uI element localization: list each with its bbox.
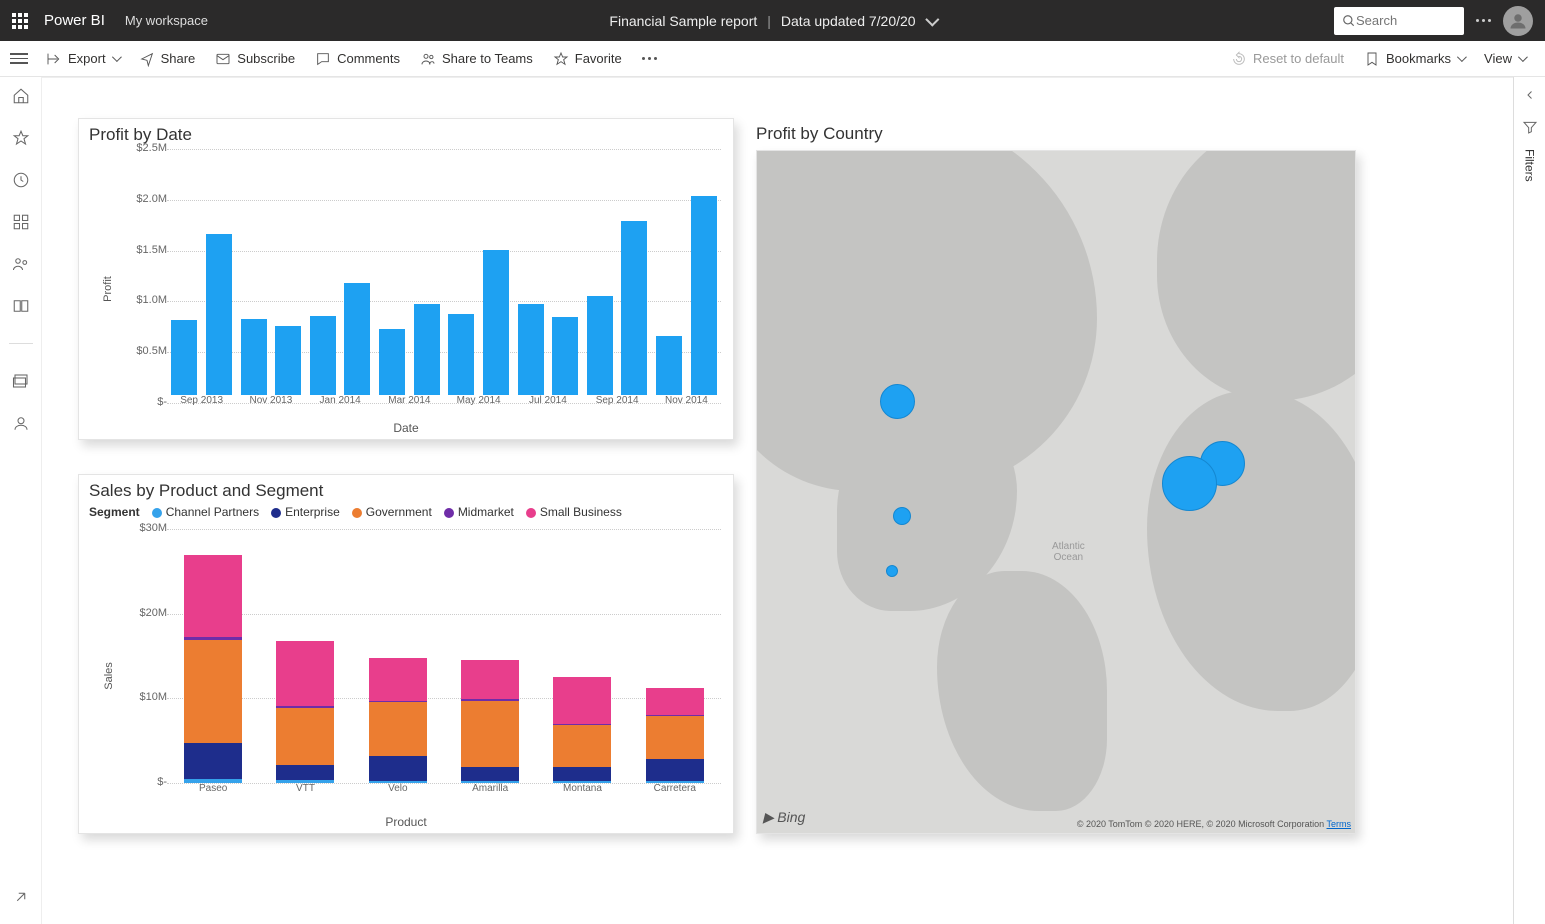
map-attribution: © 2020 TomTom © 2020 HERE, © 2020 Micros…: [1077, 819, 1351, 829]
stacked-bar[interactable]: [646, 688, 704, 783]
map-bubble[interactable]: [886, 565, 898, 577]
viz-profit-by-date[interactable]: Profit by Date Profit $-$0.5M$1.0M$1.5M$…: [78, 118, 734, 440]
viz-title: Profit by Date: [79, 119, 733, 147]
bar[interactable]: [241, 319, 267, 395]
filter-icon: [1522, 119, 1538, 135]
legend-item[interactable]: Enterprise: [271, 505, 340, 519]
global-header: Power BI My workspace Financial Sample r…: [0, 0, 1545, 41]
bar[interactable]: [587, 296, 613, 395]
left-nav-rail: [0, 77, 42, 924]
chevron-left-icon[interactable]: [1524, 89, 1536, 101]
viz-sales-by-product-segment[interactable]: Sales by Product and Segment SegmentChan…: [78, 474, 734, 834]
bar[interactable]: [379, 329, 405, 395]
bar[interactable]: [310, 316, 336, 395]
x-axis-label: Product: [385, 815, 426, 829]
stacked-bar[interactable]: [461, 660, 519, 783]
stacked-bar[interactable]: [553, 677, 611, 783]
bar[interactable]: [344, 283, 370, 395]
export-button[interactable]: Export: [36, 51, 129, 67]
share-teams-button[interactable]: Share to Teams: [410, 51, 543, 67]
share-button[interactable]: Share: [129, 51, 206, 67]
stacked-bar[interactable]: [369, 658, 427, 783]
y-axis-label: Profit: [102, 276, 114, 302]
apps-icon[interactable]: [12, 213, 30, 231]
report-canvas: Profit by Date Profit $-$0.5M$1.0M$1.5M$…: [42, 77, 1513, 924]
legend-item[interactable]: Channel Partners: [152, 505, 259, 519]
app-launcher-icon[interactable]: [12, 13, 30, 29]
subscribe-button[interactable]: Subscribe: [205, 51, 305, 67]
legend-item[interactable]: Government: [352, 505, 432, 519]
report-title: Financial Sample report: [609, 13, 757, 29]
bar[interactable]: [691, 196, 717, 395]
data-updated-label: Data updated 7/20/20: [781, 13, 916, 29]
bar[interactable]: [448, 314, 474, 395]
home-icon[interactable]: [12, 87, 30, 105]
learn-icon[interactable]: [12, 297, 30, 315]
favorite-button[interactable]: Favorite: [543, 51, 632, 67]
viz-title: Sales by Product and Segment: [79, 475, 733, 503]
legend-item[interactable]: Small Business: [526, 505, 622, 519]
filters-pane-collapsed[interactable]: Filters: [1513, 77, 1545, 924]
y-axis-label: Sales: [103, 662, 115, 690]
filters-label: Filters: [1523, 149, 1537, 182]
stacked-bar[interactable]: [184, 555, 242, 783]
favorites-icon[interactable]: [12, 129, 30, 147]
map-bubble[interactable]: [880, 384, 915, 419]
view-button[interactable]: View: [1474, 51, 1535, 66]
bar[interactable]: [621, 221, 647, 395]
recent-icon[interactable]: [12, 171, 30, 189]
workspaces-icon[interactable]: [12, 372, 30, 390]
viz-profit-by-country[interactable]: Profit by Country Atlantic Ocean ▶ Bing …: [756, 118, 1356, 834]
map-bubble[interactable]: [893, 507, 911, 525]
map-background[interactable]: Atlantic Ocean ▶ Bing © 2020 TomTom © 20…: [757, 151, 1355, 833]
bar[interactable]: [483, 250, 509, 395]
my-workspace-icon[interactable]: [12, 414, 30, 432]
map-bubble[interactable]: [1162, 456, 1217, 511]
bar[interactable]: [206, 234, 232, 395]
shared-icon[interactable]: [12, 255, 30, 273]
legend: SegmentChannel PartnersEnterpriseGovernm…: [79, 503, 733, 521]
stacked-bar[interactable]: [276, 641, 334, 783]
search-field[interactable]: [1356, 13, 1436, 28]
brand-label: Power BI: [44, 12, 105, 29]
bar[interactable]: [552, 317, 578, 395]
comments-button[interactable]: Comments: [305, 51, 410, 67]
more-toolbar-icon[interactable]: [632, 57, 667, 60]
report-title-group: Financial Sample report | Data updated 7…: [609, 13, 935, 29]
bar[interactable]: [656, 336, 682, 395]
x-axis-label: Date: [393, 421, 418, 435]
viz-title: Profit by Country: [756, 118, 1356, 146]
map-provider-label: ▶ Bing: [763, 809, 805, 827]
workspace-link[interactable]: My workspace: [125, 13, 208, 28]
bar[interactable]: [518, 304, 544, 395]
more-options-icon[interactable]: [1476, 19, 1491, 22]
bar[interactable]: [275, 326, 301, 395]
ocean-label: Atlantic Ocean: [1052, 541, 1085, 563]
expand-nav-icon[interactable]: [12, 888, 30, 906]
bookmarks-button[interactable]: Bookmarks: [1354, 51, 1474, 67]
terms-link[interactable]: Terms: [1327, 819, 1352, 829]
user-avatar[interactable]: [1503, 6, 1533, 36]
bar[interactable]: [171, 320, 197, 395]
chevron-down-icon[interactable]: [925, 12, 939, 26]
reset-button[interactable]: Reset to default: [1221, 51, 1354, 67]
report-toolbar: Export Share Subscribe Comments Share to…: [0, 41, 1545, 77]
search-input[interactable]: [1334, 7, 1464, 35]
bar[interactable]: [414, 304, 440, 396]
nav-toggle-icon[interactable]: [10, 53, 28, 64]
legend-item[interactable]: Midmarket: [444, 505, 514, 519]
